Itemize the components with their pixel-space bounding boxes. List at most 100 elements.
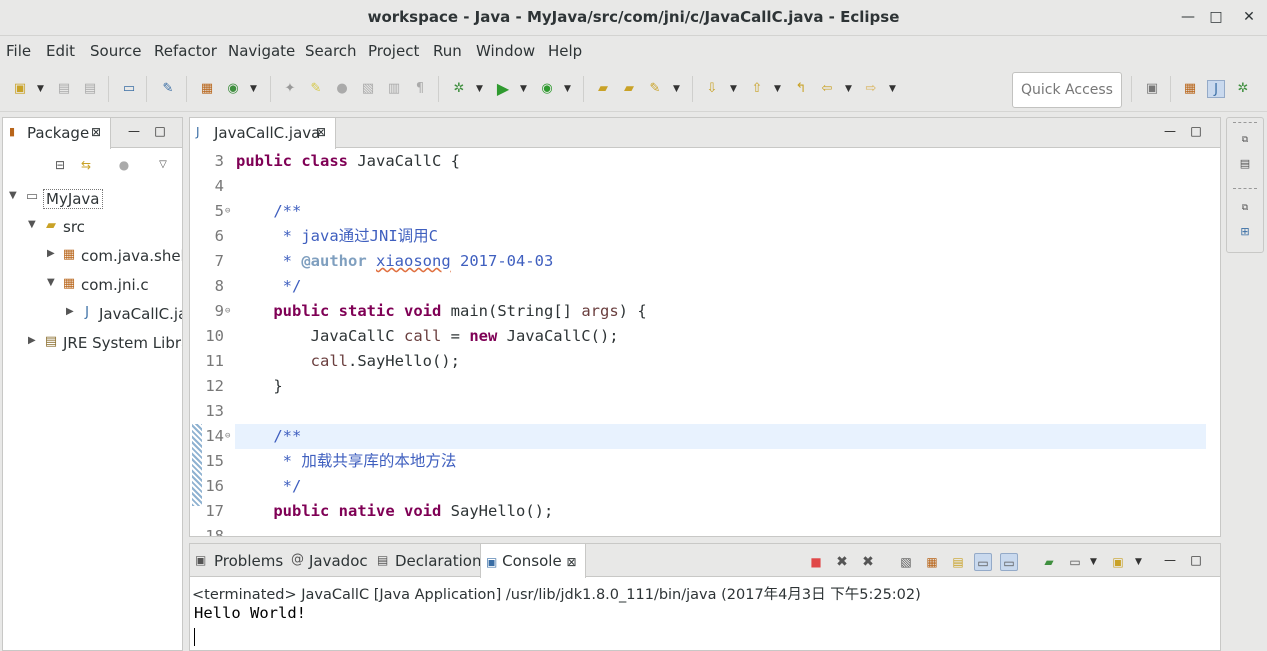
debug-perspective-icon[interactable]: ✲ — [1234, 80, 1252, 98]
display-console-icon[interactable]: ▭ — [1066, 553, 1084, 571]
task-list-icon[interactable]: ▤ — [1237, 156, 1253, 172]
next-annotation-icon[interactable]: ✦ — [281, 80, 299, 98]
java-ee-perspective-icon[interactable]: ▦ — [1181, 80, 1199, 98]
maximize-view-icon[interactable]: □ — [1189, 553, 1203, 567]
tree-item-java-file[interactable]: ▶ J JavaCallC.java — [3, 302, 182, 328]
back-icon[interactable]: ⇦ — [818, 80, 836, 98]
tab-javacallc[interactable]: J JavaCallC.java ⊠ — [190, 118, 336, 149]
minimize-window-icon[interactable]: — — [1176, 6, 1200, 28]
menu-run[interactable]: Run — [433, 42, 462, 60]
display-console-dropdown-icon[interactable]: ▼ — [1090, 553, 1100, 571]
search-dropdown-icon[interactable]: ▼ — [673, 80, 683, 98]
last-edit-location-icon[interactable]: ↰ — [792, 80, 810, 98]
code-area[interactable]: 3 public class JavaCallC { 4 5 ⊖ /** 6 * j… — [190, 149, 1220, 536]
view-menu-icon[interactable]: ▽ — [154, 156, 172, 174]
run-icon[interactable]: ▶ — [494, 80, 512, 98]
run-dropdown-icon[interactable]: ▼ — [520, 80, 530, 98]
quick-access-field[interactable]: Quick Access — [1012, 72, 1122, 108]
java-perspective-icon[interactable]: J — [1207, 80, 1225, 98]
word-wrap-icon[interactable]: ▤ — [949, 553, 967, 571]
next-edit-dropdown-icon[interactable]: ▼ — [730, 80, 740, 98]
fold-icon[interactable]: ⊖ — [225, 299, 230, 324]
skip-breakpoints-icon[interactable]: ✎ — [159, 80, 177, 98]
maximize-view-icon[interactable]: □ — [153, 124, 167, 138]
remove-launch-icon[interactable]: ✖ — [833, 553, 851, 571]
show-on-stderr-icon[interactable]: ▭ — [1000, 553, 1018, 571]
restore-icon[interactable]: ⧉ — [1237, 132, 1253, 148]
close-tab-icon[interactable]: ⊠ — [316, 125, 326, 139]
back-dropdown-icon[interactable]: ▼ — [845, 80, 855, 98]
tab-console[interactable]: ▣ Console ⊠ — [480, 544, 586, 578]
tree-item-library[interactable]: ▶ ▤ JRE System Library — [3, 331, 182, 357]
minimize-view-icon[interactable]: — — [127, 124, 141, 138]
show-on-stdout-icon[interactable]: ▭ — [974, 553, 992, 571]
collapsed-twisty-icon[interactable]: ▶ — [66, 306, 78, 317]
new-icon[interactable]: ▣ — [11, 80, 29, 98]
terminal-icon[interactable]: ▭ — [120, 80, 138, 98]
fold-icon[interactable]: ⊖ — [225, 424, 230, 449]
expanded-twisty-icon[interactable]: ▼ — [28, 219, 40, 230]
new-class-icon[interactable]: ◉ — [224, 80, 242, 98]
maximize-window-icon[interactable]: □ — [1204, 6, 1228, 28]
collapsed-twisty-icon[interactable]: ▶ — [28, 335, 40, 346]
show-whitespace-icon[interactable]: ▧ — [359, 80, 377, 98]
remove-all-terminated-icon[interactable]: ✖ — [859, 553, 877, 571]
menu-window[interactable]: Window — [476, 42, 535, 60]
menu-help[interactable]: Help — [548, 42, 582, 60]
new-dropdown-icon[interactable]: ▼ — [37, 80, 47, 98]
terminate-icon[interactable]: ■ — [807, 553, 825, 571]
debug-icon[interactable]: ✲ — [450, 80, 468, 98]
maximize-view-icon[interactable]: □ — [1189, 124, 1203, 138]
tree-item-project[interactable]: ▼ ▭ MyJava — [3, 186, 182, 212]
fold-icon[interactable]: ⊖ — [225, 199, 230, 224]
open-perspective-icon[interactable]: ▣ — [1143, 80, 1161, 98]
tab-problems[interactable]: Problems — [214, 552, 283, 570]
menu-search[interactable]: Search — [305, 42, 357, 60]
collapsed-twisty-icon[interactable]: ▶ — [47, 248, 59, 259]
pilcrow-icon[interactable]: ¶ — [411, 80, 429, 98]
open-console-dropdown-icon[interactable]: ▼ — [1135, 553, 1145, 571]
clear-console-icon[interactable]: ▧ — [897, 553, 915, 571]
minimize-view-icon[interactable]: — — [1163, 553, 1177, 567]
expanded-twisty-icon[interactable]: ▼ — [47, 277, 59, 288]
debug-dropdown-icon[interactable]: ▼ — [476, 80, 486, 98]
expanded-twisty-icon[interactable]: ▼ — [9, 190, 21, 201]
restore-icon[interactable]: ⧉ — [1237, 200, 1253, 216]
save-icon[interactable]: ▤ — [55, 80, 73, 98]
pin-console-icon[interactable]: ▰ — [1040, 553, 1058, 571]
link-with-editor-icon[interactable]: ⇆ — [77, 156, 95, 174]
new-java-project-icon[interactable]: ▦ — [198, 80, 216, 98]
forward-icon[interactable]: ⇨ — [862, 80, 880, 98]
open-task-icon[interactable]: ▰ — [620, 80, 638, 98]
menu-edit[interactable]: Edit — [46, 42, 75, 60]
open-type-icon[interactable]: ▰ — [594, 80, 612, 98]
highlight-icon[interactable]: ✎ — [307, 80, 325, 98]
menu-navigate[interactable]: Navigate — [228, 42, 295, 60]
close-window-icon[interactable]: ✕ — [1237, 6, 1261, 28]
new-class-dropdown-icon[interactable]: ▼ — [250, 80, 260, 98]
open-console-icon[interactable]: ▣ — [1109, 553, 1127, 571]
menu-source[interactable]: Source — [90, 42, 142, 60]
collapse-all-icon[interactable]: ⊟ — [51, 156, 69, 174]
scroll-lock-icon[interactable]: ▦ — [923, 553, 941, 571]
menu-file[interactable]: File — [6, 42, 31, 60]
menu-project[interactable]: Project — [368, 42, 419, 60]
previous-edit-icon[interactable]: ⇧ — [748, 80, 766, 98]
previous-edit-dropdown-icon[interactable]: ▼ — [774, 80, 784, 98]
minimize-view-icon[interactable]: — — [1163, 124, 1177, 138]
run-external-tool-icon[interactable]: ◉ — [538, 80, 556, 98]
tab-declaration[interactable]: Declaration — [395, 552, 481, 570]
close-tab-icon[interactable]: ⊠ — [91, 125, 101, 139]
toggle-mark-icon[interactable]: ● — [333, 80, 351, 98]
search-icon[interactable]: ✎ — [646, 80, 664, 98]
focus-on-task-icon[interactable]: ● — [115, 156, 133, 174]
console-output-area[interactable]: <terminated> JavaCallC [Java Application… — [190, 578, 1220, 650]
block-selection-icon[interactable]: ▥ — [385, 80, 403, 98]
tab-javadoc[interactable]: Javadoc — [309, 552, 368, 570]
tree-item-src[interactable]: ▼ ▰ src — [3, 215, 182, 241]
tree-item-package[interactable]: ▶ ▦ com.java.shell — [3, 244, 182, 270]
tree-item-package[interactable]: ▼ ▦ com.jni.c — [3, 273, 182, 299]
tab-package-explorer[interactable]: ▮ Package ⊠ — [3, 118, 111, 149]
external-tool-dropdown-icon[interactable]: ▼ — [564, 80, 574, 98]
next-edit-icon[interactable]: ⇩ — [703, 80, 721, 98]
